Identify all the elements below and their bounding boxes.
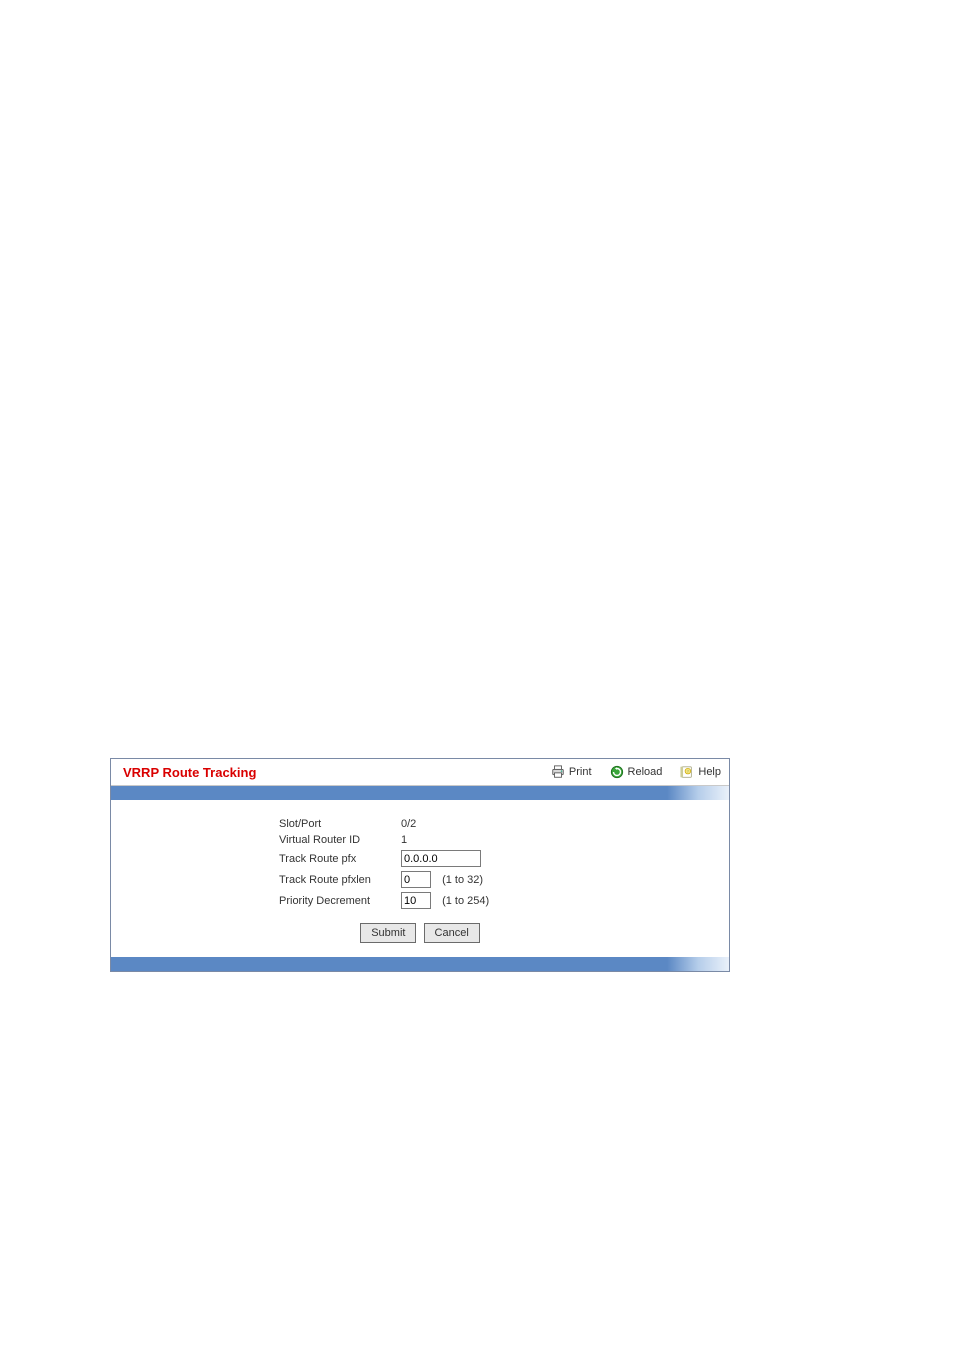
hint-track-route-pfxlen: (1 to 32)	[442, 874, 483, 886]
button-row: Submit Cancel	[111, 923, 729, 943]
bottom-divider-bar	[111, 957, 729, 971]
help-label: Help	[698, 766, 721, 778]
track-route-pfx-input[interactable]	[401, 850, 481, 867]
cancel-button[interactable]: Cancel	[424, 923, 480, 943]
row-track-route-pfx: Track Route pfx	[273, 850, 567, 867]
page-title: VRRP Route Tracking	[123, 765, 551, 780]
help-button[interactable]: ? Help	[680, 765, 721, 779]
svg-text:?: ?	[687, 769, 689, 774]
printer-icon	[551, 765, 565, 779]
label-track-route-pfxlen: Track Route pfxlen	[273, 871, 395, 888]
label-priority-decrement: Priority Decrement	[273, 892, 395, 909]
priority-decrement-input[interactable]	[401, 892, 431, 909]
value-virtual-router-id: 1	[395, 834, 567, 846]
label-virtual-router-id: Virtual Router ID	[273, 834, 395, 846]
top-divider-bar	[111, 786, 729, 800]
header-actions: Print Reload	[551, 765, 721, 779]
form-table: Slot/Port 0/2 Virtual Router ID 1 Track …	[273, 814, 567, 913]
hint-priority-decrement: (1 to 254)	[442, 895, 489, 907]
label-slot-port: Slot/Port	[273, 818, 395, 830]
track-route-pfxlen-input[interactable]	[401, 871, 431, 888]
reload-label: Reload	[628, 766, 663, 778]
print-label: Print	[569, 766, 592, 778]
row-track-route-pfxlen: Track Route pfxlen (1 to 32)	[273, 871, 567, 888]
label-track-route-pfx: Track Route pfx	[273, 850, 395, 867]
reload-button[interactable]: Reload	[610, 765, 663, 779]
print-button[interactable]: Print	[551, 765, 592, 779]
vrrp-route-tracking-panel: VRRP Route Tracking Print	[110, 758, 730, 972]
help-icon: ?	[680, 765, 694, 779]
row-slot-port: Slot/Port 0/2	[273, 818, 567, 830]
value-slot-port: 0/2	[395, 818, 567, 830]
reload-icon	[610, 765, 624, 779]
row-priority-decrement: Priority Decrement (1 to 254)	[273, 892, 567, 909]
panel-header: VRRP Route Tracking Print	[111, 759, 729, 786]
row-virtual-router-id: Virtual Router ID 1	[273, 834, 567, 846]
form-area: Slot/Port 0/2 Virtual Router ID 1 Track …	[111, 800, 729, 957]
submit-button[interactable]: Submit	[360, 923, 416, 943]
